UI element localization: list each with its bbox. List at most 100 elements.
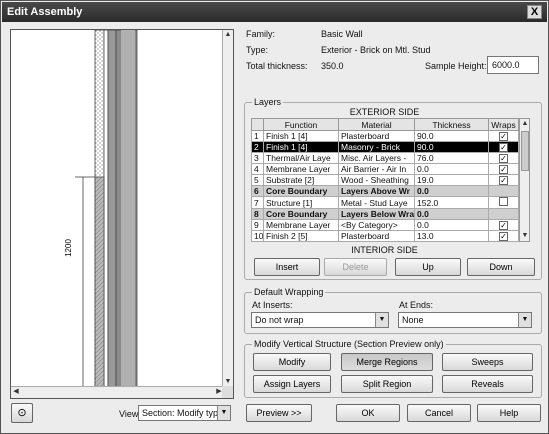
wraps-cell[interactable]: ✓	[488, 130, 519, 142]
wraps-cell[interactable]: ✓	[488, 219, 519, 231]
thickness-cell[interactable]: 13.0	[414, 230, 489, 242]
sample-height-input[interactable]: 6000.0	[487, 56, 539, 74]
help-button[interactable]: Help	[477, 404, 541, 422]
wraps-checkbox[interactable]: ✓	[499, 154, 508, 163]
table-row[interactable]: 9 Membrane Layer <By Category> 0.0 ✓	[251, 219, 519, 231]
function-cell[interactable]: Core Boundary	[263, 208, 339, 220]
table-row[interactable]: 5 Substrate [2] Wood - Sheathing 19.0 ✓	[251, 174, 519, 186]
at-ends-select[interactable]: None ▼	[398, 312, 532, 328]
wraps-checkbox[interactable]: ✓	[499, 176, 508, 185]
wraps-cell[interactable]: ✓	[488, 141, 519, 153]
material-cell[interactable]: Air Barrier - Air In	[338, 163, 415, 175]
thickness-cell[interactable]: 19.0	[414, 174, 489, 186]
function-cell[interactable]: Membrane Layer	[263, 219, 339, 231]
wall-section-drawing: 1200	[64, 30, 138, 387]
sweeps-button[interactable]: Sweeps	[442, 353, 533, 371]
material-cell[interactable]: Plasterboard	[338, 230, 415, 242]
table-row[interactable]: 10 Finish 2 [5] Plasterboard 13.0 ✓	[251, 230, 519, 242]
wraps-checkbox[interactable]: ✓	[499, 232, 508, 241]
wraps-checkbox[interactable]: ✓	[499, 143, 508, 152]
wraps-checkbox[interactable]	[499, 197, 508, 206]
material-cell[interactable]: Layers Above Wr	[338, 185, 415, 197]
thickness-cell[interactable]: 90.0	[414, 141, 489, 153]
material-cell[interactable]: Plasterboard	[338, 130, 415, 142]
function-cell[interactable]: Finish 1 [4]	[263, 130, 339, 142]
wraps-checkbox[interactable]: ✓	[499, 165, 508, 174]
view-select[interactable]: Section: Modify type ▼	[138, 405, 231, 421]
wraps-checkbox[interactable]: ✓	[499, 132, 508, 141]
material-cell[interactable]: Metal - Stud Laye	[338, 196, 415, 209]
function-cell[interactable]: Structure [1]	[263, 196, 339, 209]
thickness-cell[interactable]: 152.0	[414, 196, 489, 209]
table-row[interactable]: 4 Membrane Layer Air Barrier - Air In 0.…	[251, 163, 519, 175]
col-thickness[interactable]: Thickness	[414, 118, 489, 131]
thickness-cell[interactable]: 0.0	[414, 185, 489, 197]
material-cell[interactable]: <By Category>	[338, 219, 415, 231]
wraps-cell[interactable]: ✓	[488, 152, 519, 164]
preview-vertical-scrollbar[interactable]: ▲ ▼	[222, 30, 233, 387]
cancel-button[interactable]: Cancel	[407, 404, 471, 422]
table-row-core-boundary[interactable]: 8 Core Boundary Layers Below Wra 0.0	[251, 208, 519, 220]
wraps-checkbox[interactable]: ✓	[499, 221, 508, 230]
function-cell[interactable]: Finish 1 [4]	[263, 141, 339, 153]
scroll-left-icon[interactable]: ◀	[11, 387, 21, 397]
table-row[interactable]: 1 Finish 1 [4] Plasterboard 90.0 ✓	[251, 130, 519, 142]
layers-table-scrollbar[interactable]: ▲ ▼	[519, 118, 530, 242]
thickness-cell[interactable]: 0.0	[414, 163, 489, 175]
down-button[interactable]: Down	[467, 258, 535, 276]
material-cell[interactable]: Masonry - Brick	[338, 141, 415, 153]
table-row-selected[interactable]: 2 Finish 1 [4] Masonry - Brick 90.0 ✓	[251, 141, 519, 153]
preview-button[interactable]: Preview >>	[246, 404, 312, 422]
preview-horizontal-scrollbar[interactable]: ◀ ▶	[11, 386, 224, 398]
col-function[interactable]: Function	[263, 118, 339, 131]
material-cell[interactable]: Wood - Sheathing	[338, 174, 415, 186]
scroll-down-icon[interactable]: ▼	[520, 231, 530, 241]
scroll-up-icon[interactable]: ▲	[223, 30, 233, 40]
wraps-cell[interactable]	[488, 196, 519, 209]
thickness-cell[interactable]: 76.0	[414, 152, 489, 164]
layers-group-label: Layers	[252, 97, 284, 107]
chevron-down-icon[interactable]: ▼	[375, 313, 388, 327]
wraps-cell[interactable]: ✓	[488, 174, 519, 186]
chevron-down-icon[interactable]: ▼	[518, 313, 531, 327]
scroll-up-icon[interactable]: ▲	[520, 119, 530, 129]
table-row[interactable]: 7 Structure [1] Metal - Stud Laye 152.0	[251, 196, 519, 209]
wraps-cell[interactable]: ✓	[488, 163, 519, 175]
function-cell[interactable]: Substrate [2]	[263, 174, 339, 186]
up-button[interactable]: Up	[395, 258, 461, 276]
merge-regions-button[interactable]: Merge Regions	[341, 353, 433, 371]
section-preview[interactable]: 1200 ▲ ▼ ◀ ▶	[10, 29, 234, 399]
ok-button[interactable]: OK	[336, 404, 400, 422]
at-inserts-select[interactable]: Do not wrap ▼	[251, 312, 389, 328]
function-cell[interactable]: Core Boundary	[263, 185, 339, 197]
chevron-down-icon[interactable]: ▼	[217, 406, 230, 420]
view-value: Section: Modify type	[142, 408, 224, 418]
interior-side-label: INTERIOR SIDE	[351, 245, 418, 255]
zoom-icon[interactable]: ⊙	[11, 403, 33, 423]
col-material[interactable]: Material	[338, 118, 415, 131]
insert-button[interactable]: Insert	[254, 258, 320, 276]
function-cell[interactable]: Finish 2 [5]	[263, 230, 339, 242]
thickness-cell[interactable]: 0.0	[414, 219, 489, 231]
family-label: Family:	[246, 29, 275, 39]
function-cell[interactable]: Thermal/Air Laye	[263, 152, 339, 164]
row-num: 8	[251, 208, 264, 220]
material-cell[interactable]: Layers Below Wra	[338, 208, 415, 220]
wraps-cell[interactable]: ✓	[488, 230, 519, 242]
modify-button[interactable]: Modify	[253, 353, 331, 371]
function-cell[interactable]: Membrane Layer	[263, 163, 339, 175]
total-thickness-label: Total thickness:	[246, 61, 308, 71]
delete-button[interactable]: Delete	[324, 258, 387, 276]
split-region-button[interactable]: Split Region	[341, 375, 433, 393]
assign-layers-button[interactable]: Assign Layers	[253, 375, 331, 393]
thickness-cell[interactable]: 90.0	[414, 130, 489, 142]
scroll-thumb[interactable]	[521, 131, 529, 171]
reveals-button[interactable]: Reveals	[442, 375, 533, 393]
close-button[interactable]: X	[527, 5, 542, 19]
table-row-core-boundary[interactable]: 6 Core Boundary Layers Above Wr 0.0	[251, 185, 519, 197]
title-bar: Edit Assembly X	[2, 2, 547, 22]
table-row[interactable]: 3 Thermal/Air Laye Misc. Air Layers - 76…	[251, 152, 519, 164]
thickness-cell[interactable]: 0.0	[414, 208, 489, 220]
material-cell[interactable]: Misc. Air Layers -	[338, 152, 415, 164]
col-wraps[interactable]: Wraps	[488, 118, 519, 131]
